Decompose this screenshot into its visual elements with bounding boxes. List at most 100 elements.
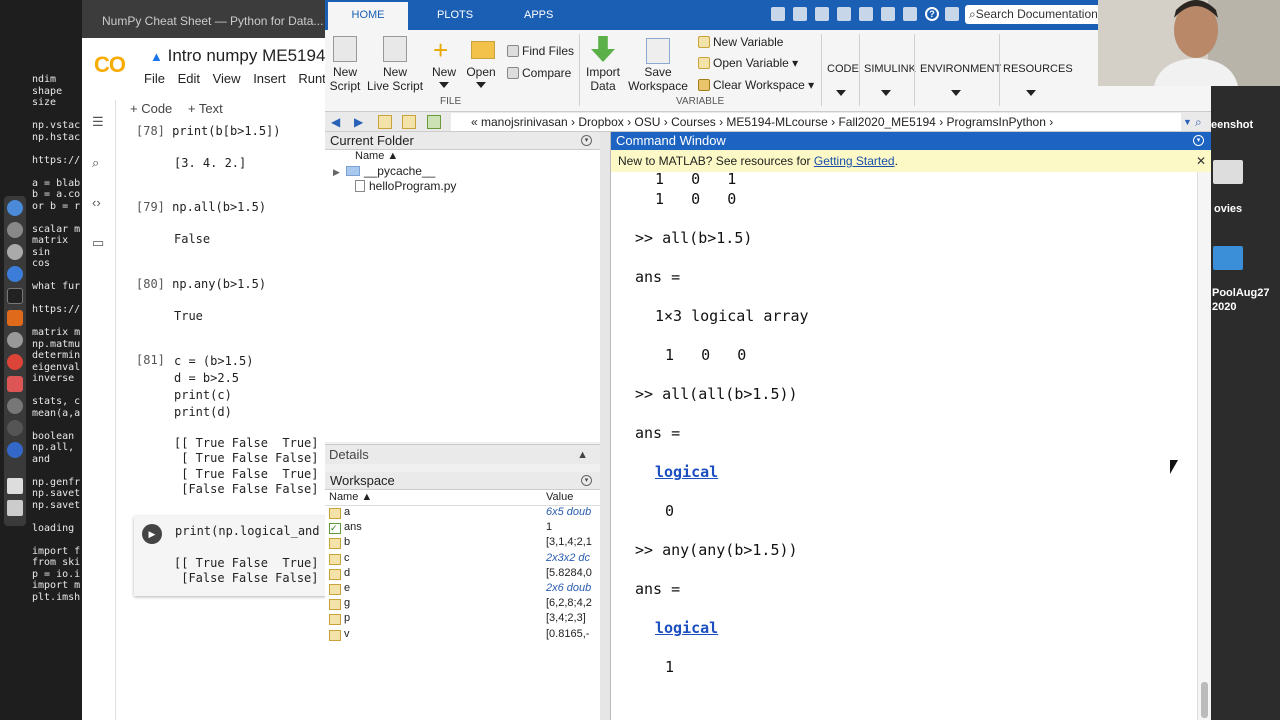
code-snippets-icon[interactable]: ‹› bbox=[92, 196, 106, 210]
code-cell[interactable]: [81] bbox=[136, 353, 165, 367]
chrome-icon[interactable] bbox=[7, 354, 23, 370]
trash-icon[interactable] bbox=[7, 500, 23, 516]
browse-folder-icon[interactable] bbox=[402, 115, 416, 129]
compare-button[interactable]: Compare bbox=[507, 66, 571, 80]
help-icon[interactable]: ? bbox=[925, 7, 939, 21]
active-code-cell[interactable]: ▶ print(np.logical_and [[ True False Tru… bbox=[134, 516, 330, 596]
logical-link[interactable]: logical bbox=[655, 619, 718, 637]
new-live-script-button[interactable]: New Live Script bbox=[367, 65, 423, 93]
save-workspace-button[interactable]: Save Workspace bbox=[627, 65, 689, 93]
matlab-icon[interactable] bbox=[7, 310, 23, 326]
code-cell[interactable]: [80] np.any(b>1.5) bbox=[136, 277, 266, 291]
forward-arrow-icon[interactable]: ▶ bbox=[354, 115, 368, 129]
app-icon[interactable] bbox=[7, 222, 23, 238]
workspace-row[interactable]: p [3,4;2,3] bbox=[325, 612, 600, 627]
panel-menu-icon[interactable]: ▾ bbox=[581, 475, 592, 486]
document-icon[interactable] bbox=[7, 478, 23, 494]
app-icon[interactable] bbox=[7, 420, 23, 436]
workspace-row[interactable]: e 2x6 doub bbox=[325, 582, 600, 597]
switch-windows-icon[interactable] bbox=[903, 7, 917, 21]
workspace-row[interactable]: c 2x3x2 dc bbox=[325, 552, 600, 567]
add-text-button[interactable]: + Text bbox=[188, 101, 223, 116]
getting-started-link[interactable]: Getting Started bbox=[814, 154, 895, 168]
run-cell-button[interactable]: ▶ bbox=[142, 524, 162, 544]
new-button[interactable]: New bbox=[429, 65, 459, 79]
workspace-row[interactable]: v [0.8165,- bbox=[325, 628, 600, 643]
browser-tab[interactable]: NumPy Cheat Sheet — Python for Data... bbox=[82, 0, 330, 38]
environment-section-button[interactable]: ENVIRONMENT bbox=[920, 63, 1001, 75]
terminal-icon[interactable] bbox=[7, 288, 23, 304]
logical-link[interactable]: logical bbox=[655, 463, 718, 481]
command-window[interactable]: Command Window ▾ New to MATLAB? See reso… bbox=[610, 132, 1211, 720]
search-icon[interactable]: ⌕ bbox=[92, 156, 106, 170]
open-variable-button[interactable]: Open Variable ▾ bbox=[698, 56, 798, 70]
workspace-row[interactable]: ✓ ans 1 bbox=[325, 521, 600, 536]
search-icon[interactable]: ⌕ bbox=[1195, 115, 1209, 129]
command-output[interactable]: 1 0 1 1 0 0 >> all(b>1.5) ans = 1×3 logi… bbox=[611, 172, 1197, 720]
refresh-icon[interactable] bbox=[427, 115, 441, 129]
new-variable-button[interactable]: New Variable bbox=[698, 35, 783, 49]
current-folder-path[interactable]: « manojsrinivasan › Dropbox › OSU › Cour… bbox=[451, 113, 1181, 131]
safari-icon[interactable] bbox=[7, 266, 23, 282]
menu-edit[interactable]: Edit bbox=[178, 71, 200, 86]
open-button[interactable]: Open bbox=[465, 65, 497, 79]
app-icon[interactable] bbox=[7, 244, 23, 260]
app-icon[interactable] bbox=[7, 398, 23, 414]
save-icon[interactable] bbox=[771, 7, 785, 21]
resources-section-button[interactable]: RESOURCES bbox=[1003, 63, 1073, 75]
workspace-row[interactable]: d [5.8284,0 bbox=[325, 567, 600, 582]
menu-view[interactable]: View bbox=[213, 71, 241, 86]
notebook-title[interactable]: ▲ Intro numpy ME5194.ip bbox=[150, 46, 330, 66]
community-icon[interactable] bbox=[945, 7, 959, 21]
finder-icon[interactable] bbox=[7, 200, 23, 216]
workspace-row[interactable]: a 6x5 doub bbox=[325, 506, 600, 521]
toc-icon[interactable]: ☰ bbox=[92, 115, 106, 129]
search-documentation-input[interactable]: ⌕Search Documentation bbox=[965, 5, 1105, 24]
close-icon[interactable]: ✕ bbox=[1196, 150, 1206, 172]
panel-menu-icon[interactable]: ▾ bbox=[1193, 135, 1204, 146]
folder-row[interactable]: ▶ __pycache__ bbox=[333, 164, 435, 178]
scrollbar-thumb[interactable] bbox=[1201, 682, 1208, 718]
tab-plots[interactable]: PLOTS bbox=[437, 9, 473, 21]
simulink-section-button[interactable]: SIMULINK bbox=[864, 63, 916, 75]
import-data-button[interactable]: Import Data bbox=[583, 65, 623, 93]
undo-icon[interactable] bbox=[859, 7, 873, 21]
dock[interactable] bbox=[4, 196, 26, 526]
copy-icon[interactable] bbox=[815, 7, 829, 21]
screenshot-file-icon[interactable] bbox=[1213, 160, 1243, 184]
add-code-button[interactable]: + Code bbox=[130, 101, 172, 116]
code-section-button[interactable]: CODE bbox=[827, 63, 859, 75]
cut-icon[interactable] bbox=[793, 7, 807, 21]
menu-insert[interactable]: Insert bbox=[253, 71, 286, 86]
app-icon[interactable] bbox=[7, 376, 23, 392]
back-arrow-icon[interactable]: ◀ bbox=[331, 115, 345, 129]
desktop-background: eenshot ovies PoolAug27 2020 bbox=[1211, 0, 1280, 720]
redo-icon[interactable] bbox=[881, 7, 895, 21]
code-cell[interactable]: [78] print(b[b>1.5]) bbox=[136, 124, 281, 138]
up-folder-icon[interactable] bbox=[378, 115, 392, 129]
app-icon[interactable] bbox=[7, 442, 23, 458]
code-cell[interactable]: [79] np.all(b>1.5) bbox=[136, 200, 266, 214]
find-files-button[interactable]: Find Files bbox=[507, 44, 574, 58]
value-column-header[interactable]: Value bbox=[546, 491, 573, 503]
expand-icon[interactable]: ▶ bbox=[333, 167, 340, 177]
vertical-scrollbar[interactable] bbox=[1197, 172, 1211, 720]
folder-icon[interactable] bbox=[1213, 246, 1243, 270]
clear-workspace-button[interactable]: Clear Workspace ▾ bbox=[698, 78, 814, 92]
paste-icon[interactable] bbox=[837, 7, 851, 21]
new-script-button[interactable]: New Script bbox=[329, 65, 361, 93]
name-column-header[interactable]: Name ▲ bbox=[329, 491, 372, 503]
tab-home[interactable]: HOME bbox=[328, 2, 408, 30]
files-icon[interactable]: ▭ bbox=[92, 236, 106, 250]
panel-splitter[interactable] bbox=[600, 132, 610, 720]
workspace-row[interactable]: b [3,1,4;2,1 bbox=[325, 536, 600, 551]
details-panel-toggle[interactable]: Details ▲ bbox=[325, 444, 600, 464]
app-icon[interactable] bbox=[7, 332, 23, 348]
menu-file[interactable]: File bbox=[144, 71, 165, 86]
name-column-header[interactable]: Name ▲ bbox=[355, 150, 398, 162]
panel-menu-icon[interactable]: ▾ bbox=[581, 135, 592, 146]
chevron-up-icon[interactable]: ▲ bbox=[577, 445, 588, 465]
workspace-row[interactable]: g [6,2,8;4,2 bbox=[325, 597, 600, 612]
tab-apps[interactable]: APPS bbox=[524, 9, 553, 21]
file-row[interactable]: helloProgram.py bbox=[333, 179, 456, 193]
